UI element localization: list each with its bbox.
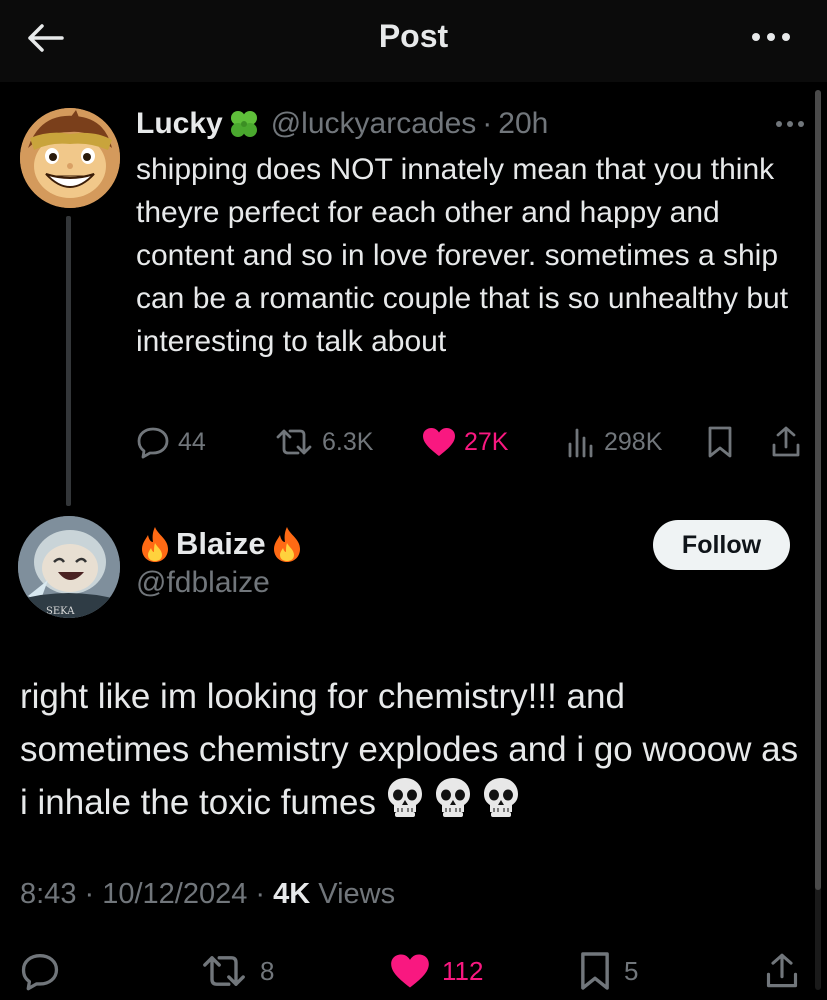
scrollbar-thumb[interactable] [815,90,821,890]
post-time[interactable]: 20h [498,107,548,141]
heart-filled-icon [391,954,429,988]
reply-author-row[interactable]: Blaize [138,522,304,566]
avatar-blaize[interactable]: SEKA [18,516,120,618]
author-handle[interactable]: @luckyarcades [271,107,477,141]
bookmark-icon [708,426,732,458]
repost-count: 6.3K [322,427,374,456]
post-more-button[interactable] [773,112,807,136]
post-meta: 8:43 · 10/12/2024 · 4K Views [20,878,395,911]
like-button[interactable]: 112 [390,945,483,997]
fire-icon [138,525,172,563]
reply-icon [137,427,169,459]
heart-filled-icon [423,428,455,456]
post-views-count: 4K [273,878,311,910]
parent-post-actions: 44 6.3K 27K 298K [136,420,806,464]
like-count: 112 [442,955,484,986]
repost-icon [203,956,245,986]
four-leaf-clover-icon [227,107,261,141]
top-bar: Post [0,0,827,82]
views-button[interactable]: 298K [566,420,662,464]
bookmark-button[interactable]: 5 [578,945,638,997]
parent-post-text: shipping does NOT innately mean that you… [136,153,789,358]
repost-count: 8 [260,955,275,986]
parent-post-header: Lucky @luckyarcades · 20h [136,104,548,144]
reply-icon [21,954,59,991]
scrollbar[interactable] [815,90,821,990]
like-count: 27K [464,427,509,456]
skull-icon [434,776,472,833]
views-count: 298K [604,427,663,456]
reply-button[interactable]: 44 [136,420,206,464]
bookmark-icon [581,952,609,990]
more-horizontal-icon [752,33,790,41]
more-button[interactable] [747,22,795,52]
like-button[interactable]: 27K [422,420,508,464]
author-name[interactable]: Lucky [136,107,223,141]
avatar-lucky[interactable] [20,108,120,208]
share-button[interactable] [770,420,802,464]
reply-author-name[interactable]: Blaize [176,526,266,562]
cartoon-avatar-image [20,108,120,208]
reply-post-actions: 8 112 5 [0,945,827,997]
reply-button[interactable] [20,945,60,997]
reply-post-text: right like im looking for chemistry!!! a… [20,670,800,833]
skull-icon [482,776,520,833]
skull-icon [386,776,424,833]
bar-chart-icon [568,428,593,458]
separator: · [482,107,493,140]
bookmark-count: 5 [624,955,639,986]
post-timestamp[interactable]: 8:43 · 10/12/2024 · [20,878,273,910]
svg-text:SEKA: SEKA [46,606,75,617]
reply-count: 44 [178,427,206,456]
post-views-label: Views [310,878,396,910]
fire-icon [270,525,304,563]
repost-button[interactable]: 8 [200,945,274,997]
follow-button[interactable]: Follow [653,520,790,570]
share-button[interactable] [764,945,800,997]
anime-avatar-image: SEKA [18,516,120,618]
page-title: Post [378,18,449,54]
more-horizontal-icon [776,121,804,127]
repost-icon [276,429,312,455]
share-icon [772,426,800,457]
repost-button[interactable]: 6.3K [274,420,373,464]
thread-line [66,216,71,506]
bookmark-button[interactable] [706,420,734,464]
reply-author-handle[interactable]: @fdblaize [136,566,270,600]
share-icon [766,953,798,988]
